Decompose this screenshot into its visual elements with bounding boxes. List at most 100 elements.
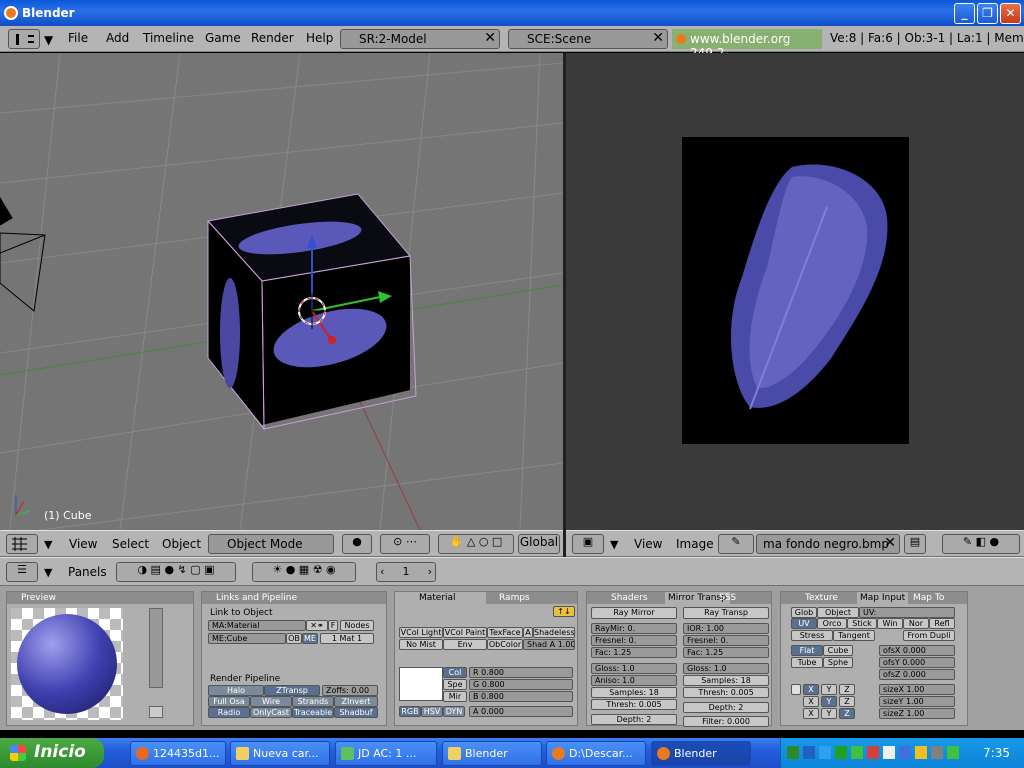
menu-view[interactable]: View [634,537,662,551]
flat-button[interactable]: Flat [791,645,823,656]
tray-icons[interactable] [781,738,971,768]
sizex-field[interactable]: sizeX 1.00 [879,684,955,695]
image-unlink-icon[interactable]: ✕ [884,535,896,551]
tangent-button[interactable]: Tangent [833,630,875,641]
mir-button[interactable]: Mir [443,691,467,702]
taskbar-item-descargas[interactable]: D:\Descar... [546,741,646,766]
tab-shaders[interactable]: Shaders [611,592,648,604]
halo-button[interactable]: Halo [208,685,264,696]
pin-icon[interactable]: ✎ [718,534,754,554]
fake-user-button[interactable]: F [328,620,338,631]
context-buttons[interactable]: ◑ ▤ ● ↯ ▢ ▣ [116,562,236,582]
tab-map-input[interactable]: Map Input [857,592,909,604]
me-link-button[interactable]: ME [302,633,318,644]
preview-options-icon[interactable] [149,706,163,718]
radio-button[interactable]: Radio [208,707,250,718]
onlycast-button[interactable]: OnlyCast [250,707,292,718]
map-z-button[interactable]: Z [839,684,855,695]
menu-image[interactable]: Image [676,537,714,551]
material-name-field[interactable]: MA:Material [208,620,306,631]
image-selector[interactable]: ma fondo negro.bmp ✕ [756,534,900,554]
menu-add[interactable]: Add [106,31,129,45]
traceable-button[interactable]: Traceable [292,707,334,718]
ob-link-button[interactable]: OB [286,633,302,644]
minimize-button[interactable]: _ [954,3,975,24]
no-mist-button[interactable]: No Mist [399,639,443,650]
mir-thresh-field[interactable]: Thresh: 0.005 [591,699,677,710]
filter-field[interactable]: Filter: 0.000 [683,716,769,727]
scene-delete-icon[interactable]: ✕ [652,30,664,46]
menu-select[interactable]: Select [112,537,149,551]
mode-selector[interactable]: Object Mode [208,534,334,554]
orientation-selector[interactable]: Global [518,534,560,554]
mir-gloss-slider[interactable]: Gloss: 1.0 [591,663,677,674]
tra-fresnel-slider[interactable]: Fresnel: 0. [683,635,769,646]
spe-button[interactable]: Spe [443,679,467,690]
screen-selector[interactable]: SR:2-Model ✕ [340,29,500,49]
tra-thresh-field[interactable]: Thresh: 0.005 [683,687,769,698]
uv-button[interactable]: UV [791,618,817,629]
uv-image-editor[interactable] [566,53,1024,530]
start-button[interactable]: Inicio [0,738,104,768]
cube-proj-button[interactable]: Cube [823,645,853,656]
panels-menu[interactable]: Panels [68,565,107,579]
tra-fac-slider[interactable]: Fac: 1.25 [683,647,769,658]
aniso-slider[interactable]: Aniso: 1.0 [591,675,677,686]
stress-button[interactable]: Stress [791,630,833,641]
alpha-slider[interactable]: A 0.000 [469,706,573,717]
vcol-paint-button[interactable]: VCol Paint [443,627,487,638]
menu-object[interactable]: Object [162,537,201,551]
zoffs-field[interactable]: Zoffs: 0.00 [322,685,378,696]
tab-map-to[interactable]: Map To [913,592,944,604]
taskbar-item-jdac[interactable]: JD AC: 1 ... [335,741,437,766]
g-slider[interactable]: G 0.800 [469,679,573,690]
shadbuf-button[interactable]: Shadbuf [334,707,378,718]
mir-depth-field[interactable]: Depth: 2 [591,714,677,725]
ofsx-field[interactable]: ofsX 0.000 [879,645,955,656]
menu-help[interactable]: Help [306,31,333,45]
xyz-blank[interactable] [791,684,801,695]
subcontext-buttons[interactable]: ☀ ● ▦ ☢ ◉ [252,562,356,582]
map-x-button[interactable]: X [803,708,819,719]
nodes-button[interactable]: Nodes [340,620,374,631]
scene-selector[interactable]: SCE:Scene ✕ [508,29,668,49]
nor-button[interactable]: Nor [903,618,929,629]
ofsz-field[interactable]: ofsZ 0.000 [879,669,955,680]
ray-mirror-button[interactable]: Ray Mirror [591,607,677,619]
tra-depth-field[interactable]: Depth: 2 [683,702,769,713]
shadeless-button[interactable]: Shadeless [533,627,575,638]
obcolor-button[interactable]: ObColor [487,639,523,650]
frame-counter[interactable]: ‹ 1 › [376,562,436,582]
editor-type-icon[interactable] [6,534,38,554]
3d-viewport[interactable]: (1) Cube [0,53,563,530]
collapse-triangle-icon[interactable]: ▼ [44,538,52,551]
taskbar-item-firefox[interactable]: 124435d1... [130,741,226,766]
texface-button[interactable]: TexFace [487,627,523,638]
collapse-triangle-icon[interactable]: ▼ [44,33,53,47]
object-button[interactable]: Object [817,607,859,618]
ior-slider[interactable]: IOR: 1.00 [683,623,769,634]
pivot-snap-icon[interactable]: ⊙ ⋯ [380,534,430,554]
color-swatches[interactable] [399,667,443,701]
map-y-button[interactable]: Y [821,696,837,707]
screen-delete-icon[interactable]: ✕ [484,30,496,46]
map-y-button[interactable]: Y [821,708,837,719]
taskbar-item-blender-folder[interactable]: Blender [442,741,542,766]
image-pack-icon[interactable]: ▤ [904,534,926,554]
collapse-triangle-icon[interactable]: ▼ [610,538,618,551]
map-y-button[interactable]: Y [821,684,837,695]
mir-fresnel-slider[interactable]: Fresnel: 0. [591,635,677,646]
refl-button[interactable]: Refl [929,618,955,629]
menu-render[interactable]: Render [251,31,294,45]
raymir-slider[interactable]: RayMir: 0. [591,623,677,634]
from-dupli-button[interactable]: From Dupli [903,630,955,641]
win-button[interactable]: Win [877,618,903,629]
tab-ramps[interactable]: Ramps [499,592,530,604]
uv-layer-field[interactable]: UV: [859,607,955,618]
full-osa-button[interactable]: Full Osa [208,696,250,707]
sphe-button[interactable]: Sphe [823,657,853,668]
menu-timeline[interactable]: Timeline [143,31,194,45]
b-slider[interactable]: B 0.800 [469,691,573,702]
vcol-light-button[interactable]: VCol Light [399,627,443,638]
sizey-field[interactable]: sizeY 1.00 [879,696,955,707]
